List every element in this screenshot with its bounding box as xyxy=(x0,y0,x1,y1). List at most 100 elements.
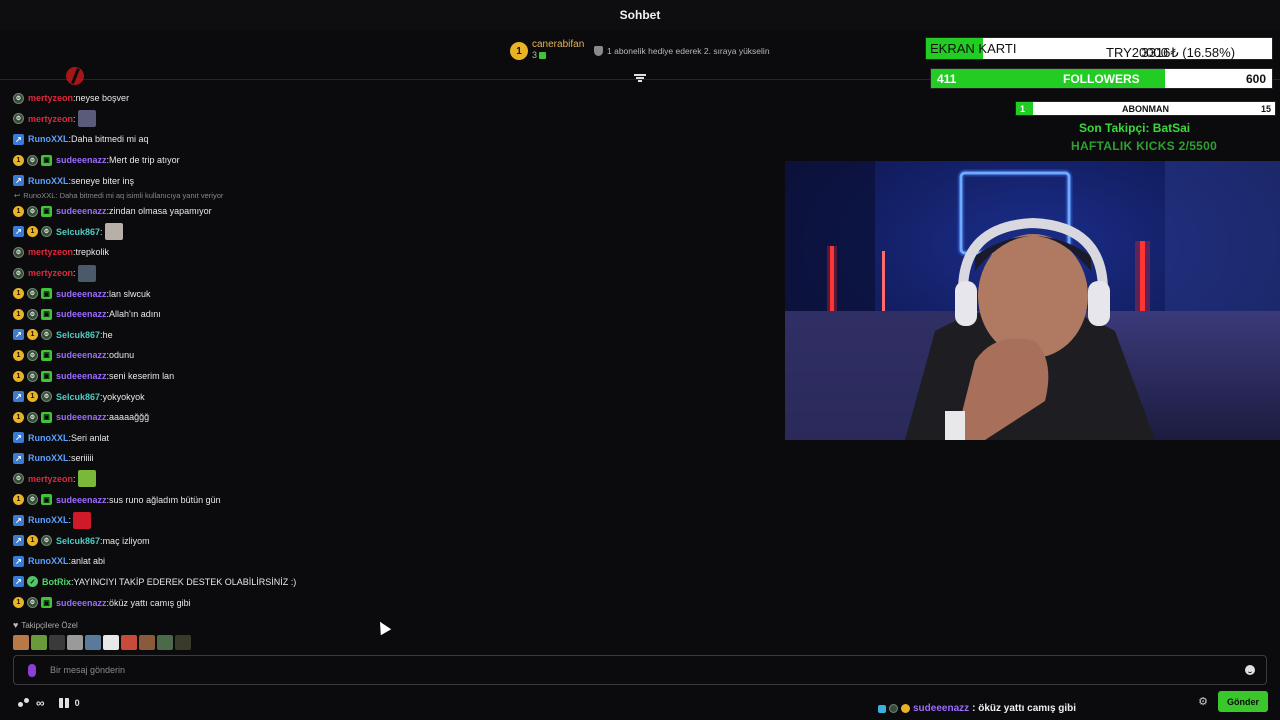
coin-badge-icon[interactable]: 1 xyxy=(13,411,24,423)
verified-badge-icon[interactable]: ↗ xyxy=(13,329,24,341)
gift-badge-icon[interactable]: ▣ xyxy=(41,597,52,609)
emote-option[interactable] xyxy=(103,635,119,650)
chat-username[interactable]: sudeeenazz xyxy=(56,206,107,216)
verified-badge-icon[interactable]: ↗ xyxy=(13,452,24,464)
level-badge-icon[interactable]: ⚙ xyxy=(27,597,38,609)
level-badge-icon[interactable]: ⚙ xyxy=(27,288,38,300)
chat-username[interactable]: mertyzeon xyxy=(28,114,73,124)
gifter-username[interactable]: canerabifan xyxy=(532,39,584,50)
level-badge-icon[interactable]: ⚙ xyxy=(41,226,52,238)
chat-username[interactable]: sudeeenazz xyxy=(56,412,107,422)
coin-badge-icon[interactable]: 1 xyxy=(13,288,24,300)
chat-message[interactable]: 1 ⚙ ▣ sudeeenazz: sus runo ağladım bütün gü… xyxy=(13,489,493,510)
emoji-icon[interactable] xyxy=(1245,665,1255,675)
level-badge-icon[interactable]: ⚙ xyxy=(27,349,38,361)
chat-username[interactable]: sudeeenazz xyxy=(56,289,107,299)
chat-message[interactable]: ↗ RunoXXL: seneye biter inş xyxy=(13,170,493,191)
chat-username[interactable]: Selcuk867 xyxy=(56,330,100,340)
coin-badge-icon[interactable]: 1 xyxy=(13,494,24,506)
chat-emote[interactable] xyxy=(104,223,123,241)
verified-badge-icon[interactable]: ↗ xyxy=(13,576,24,588)
chat-username[interactable]: sudeeenazz xyxy=(56,598,107,608)
level-badge-icon[interactable]: ⚙ xyxy=(41,329,52,341)
chat-username[interactable]: RunoXXL xyxy=(28,453,69,463)
emote-option[interactable] xyxy=(85,635,101,650)
level-badge-icon[interactable]: ⚙ xyxy=(41,391,52,403)
chat-username[interactable]: mertyzeon xyxy=(28,93,73,103)
chat-message[interactable]: 1 ⚙ ▣ sudeeenazz: Allah'ın adını xyxy=(13,304,493,325)
gift-badge-icon[interactable]: ▣ xyxy=(41,411,52,423)
gear-icon[interactable]: ⚙ xyxy=(1198,695,1208,708)
coin-badge-icon[interactable]: 1 xyxy=(13,154,24,166)
chat-username[interactable]: sudeeenazz xyxy=(56,155,107,165)
chat-username[interactable]: mertyzeon xyxy=(28,268,73,278)
level-badge-icon[interactable]: ⚙ xyxy=(13,113,24,125)
level-badge-icon[interactable]: ⚙ xyxy=(41,535,52,547)
level-badge-icon[interactable]: ⚙ xyxy=(13,246,24,258)
chat-message[interactable]: ⚙ mertyzeon: trepkolik xyxy=(13,242,493,263)
coin-badge-icon[interactable]: 1 xyxy=(13,349,24,361)
level-badge-icon[interactable]: ⚙ xyxy=(27,494,38,506)
chat-filter-icon[interactable] xyxy=(634,74,646,83)
gift-badge-icon[interactable]: ▣ xyxy=(41,349,52,361)
gift-badge-icon[interactable]: ▣ xyxy=(41,288,52,300)
chat-message[interactable]: 1 ⚙ ▣ sudeeenazz: lan slwcuk xyxy=(13,283,493,304)
coin-badge-icon[interactable]: 1 xyxy=(27,391,38,403)
chat-username[interactable]: RunoXXL xyxy=(28,556,69,566)
level-badge-icon[interactable]: ⚙ xyxy=(27,205,38,217)
bot-badge-icon[interactable]: ✓ xyxy=(27,576,38,588)
chat-message[interactable]: ⚙ mertyzeon: xyxy=(13,109,493,130)
chat-emote[interactable] xyxy=(77,110,96,128)
coin-badge-icon[interactable]: 1 xyxy=(13,597,24,609)
chat-emote[interactable] xyxy=(73,511,92,529)
chat-username[interactable]: sudeeenazz xyxy=(56,309,107,319)
verified-badge-icon[interactable]: ↗ xyxy=(13,133,24,145)
coin-badge-icon[interactable]: 1 xyxy=(13,308,24,320)
chat-message[interactable]: ↗ 1 ⚙ Selcuk867: xyxy=(13,222,493,243)
chat-message[interactable]: ↗ RunoXXL: Daha bitmedi mi aq xyxy=(13,129,493,150)
chat-username[interactable]: BotRix xyxy=(42,577,71,587)
chat-message[interactable]: ⚙ mertyzeon: xyxy=(13,263,493,284)
chat-message[interactable]: ↗ RunoXXL: Seri anlat xyxy=(13,428,493,449)
gift-badge-icon[interactable]: ▣ xyxy=(41,205,52,217)
chat-message[interactable]: 1 ⚙ ▣ sudeeenazz: seni keserim lan xyxy=(13,366,493,387)
chat-message[interactable]: ↗ RunoXXL: anlat abi xyxy=(13,551,493,572)
chat-username[interactable]: mertyzeon xyxy=(28,474,73,484)
chat-message[interactable]: 1 ⚙ ▣ sudeeenazz: Mert de trip atıyor xyxy=(13,150,493,171)
verified-badge-icon[interactable]: ↗ xyxy=(13,514,24,526)
chat-message[interactable]: ↗ RunoXXL: seriiiii xyxy=(13,448,493,469)
level-badge-icon[interactable]: ⚙ xyxy=(27,154,38,166)
emote-option[interactable] xyxy=(49,635,65,650)
chat-username[interactable]: sudeeenazz xyxy=(56,350,107,360)
chat-message[interactable]: 1 ⚙ ▣ sudeeenazz: zindan olmasa yapamıyor xyxy=(13,201,493,222)
gift-badge-icon[interactable]: ▣ xyxy=(41,154,52,166)
reply-context[interactable]: ↩ RunoXXL: Daha bitmedi mi aq isimli kull… xyxy=(13,191,493,201)
emote-option[interactable] xyxy=(31,635,47,650)
chat-username[interactable]: RunoXXL xyxy=(28,515,69,525)
chat-username[interactable]: Selcuk867 xyxy=(56,536,100,546)
gift-badge-icon[interactable]: ▣ xyxy=(41,494,52,506)
gift-badge-icon[interactable]: ▣ xyxy=(41,308,52,320)
chat-emote[interactable] xyxy=(77,470,96,488)
chat-message[interactable]: 1 ⚙ ▣ sudeeenazz: odunu xyxy=(13,345,493,366)
verified-badge-icon[interactable]: ↗ xyxy=(13,555,24,567)
chat-message[interactable]: ↗ RunoXXL: xyxy=(13,510,493,531)
chat-message[interactable]: ↗ 1 ⚙ Selcuk867: he xyxy=(13,325,493,346)
verified-badge-icon[interactable]: ↗ xyxy=(13,175,24,187)
gift-badge-icon[interactable]: ▣ xyxy=(41,370,52,382)
level-badge-icon[interactable]: ⚙ xyxy=(27,308,38,320)
coin-badge-icon[interactable]: 1 xyxy=(27,329,38,341)
coin-badge-icon[interactable]: 1 xyxy=(27,535,38,547)
verified-badge-icon[interactable]: ↗ xyxy=(13,432,24,444)
chat-username[interactable]: sudeeenazz xyxy=(56,495,107,505)
top-gifter[interactable]: 1 canerabifan 3 xyxy=(510,39,584,60)
verified-badge-icon[interactable]: ↗ xyxy=(13,226,24,238)
level-badge-icon[interactable]: ⚙ xyxy=(13,92,24,104)
send-button[interactable]: Gönder xyxy=(1218,691,1268,712)
coin-badge-icon[interactable]: 1 xyxy=(27,226,38,238)
level-badge-icon[interactable]: ⚙ xyxy=(13,473,24,485)
chat-message[interactable]: ↗ 1 ⚙ Selcuk867: maç izliyom xyxy=(13,530,493,551)
chat-username[interactable]: RunoXXL xyxy=(28,134,69,144)
chat-username[interactable]: RunoXXL xyxy=(28,433,69,443)
chat-message[interactable]: 1 ⚙ ▣ sudeeenazz: öküz yattı camış gibi xyxy=(13,592,493,613)
